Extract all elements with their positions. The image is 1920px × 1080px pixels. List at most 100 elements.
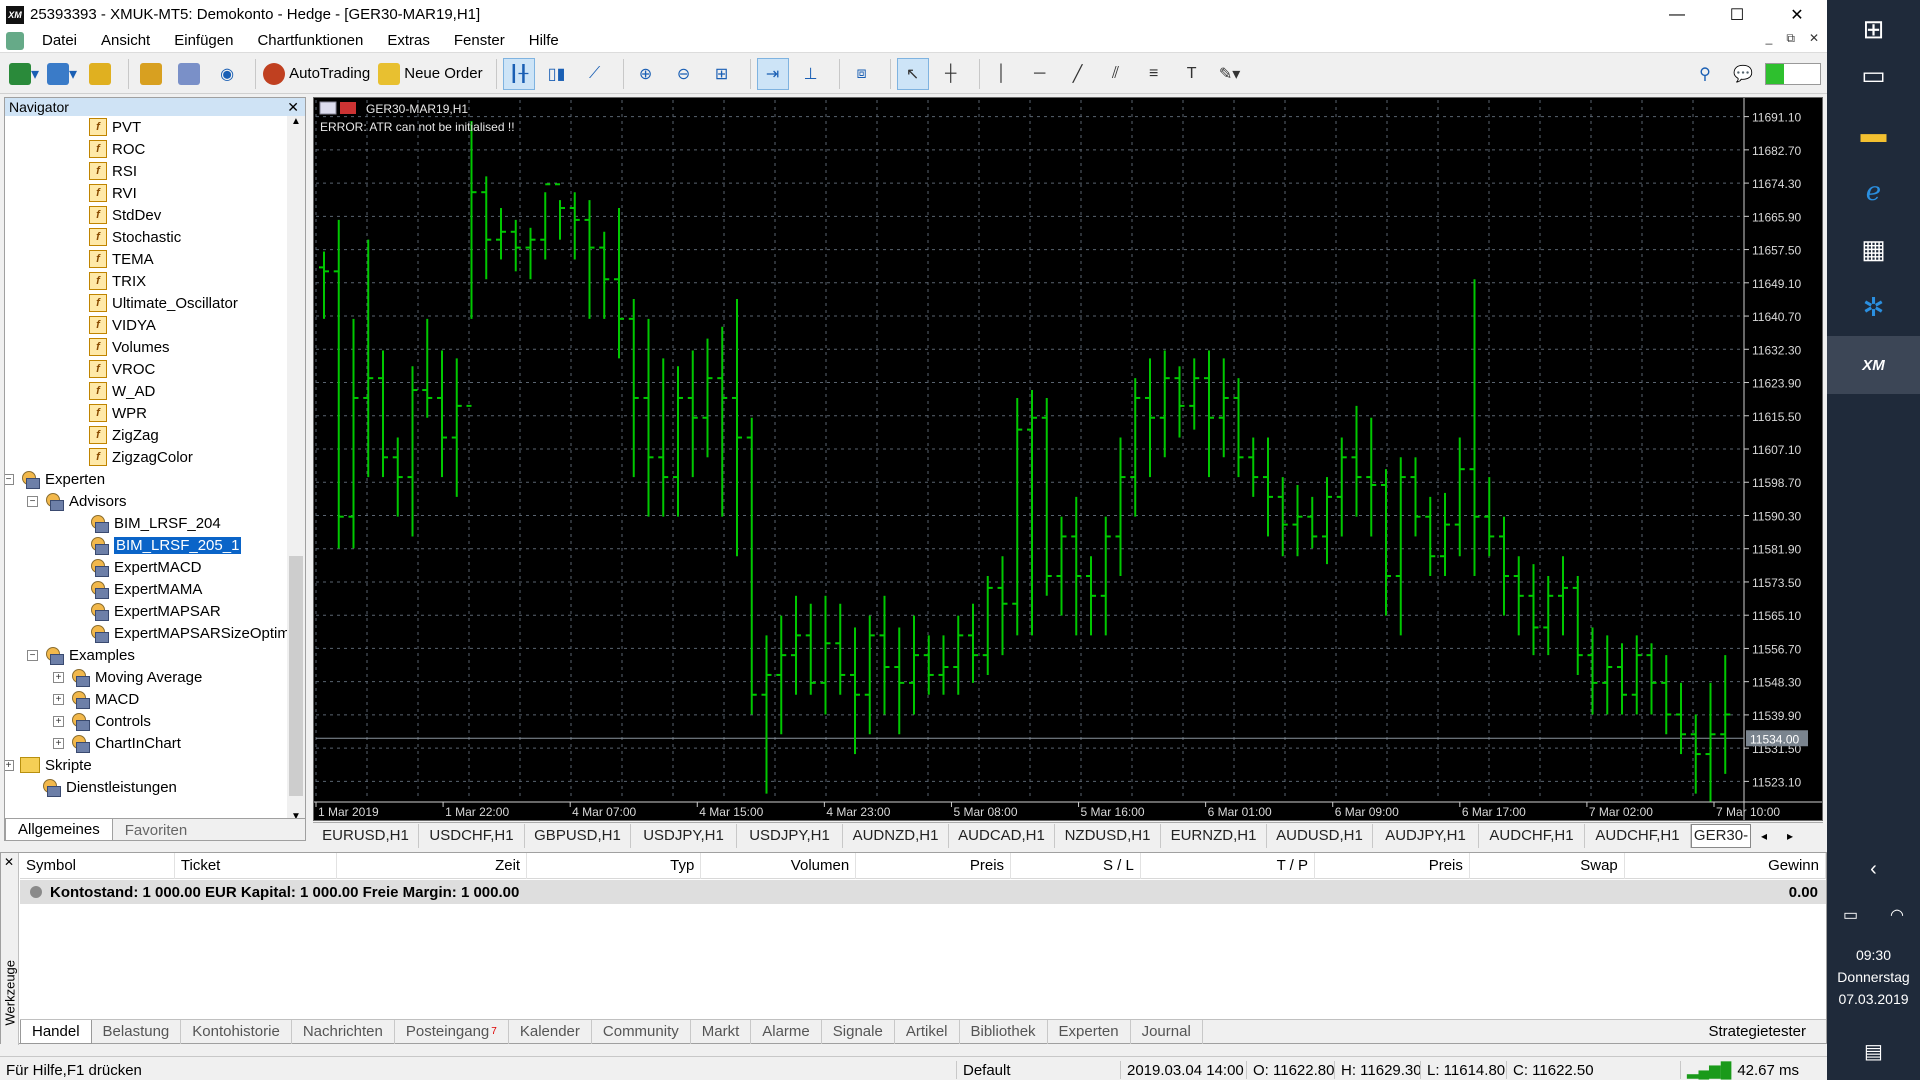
fibonacci-button[interactable]: ≡ [1138, 58, 1170, 90]
toolbox-tab[interactable]: Nachrichten [292, 1019, 395, 1044]
symbol-tab[interactable]: EURNZD,H1 [1161, 823, 1267, 848]
signals-button[interactable]: ◉ [211, 58, 243, 90]
crosshair-button[interactable]: ┼ [935, 58, 967, 90]
example-item[interactable]: + Controls [53, 710, 151, 732]
close-window-button[interactable]: ✕ [1767, 0, 1827, 29]
symbol-tab[interactable]: AUDCHF,H1 [1479, 823, 1585, 848]
column-header[interactable]: T / P [1141, 852, 1316, 879]
example-item[interactable]: + ChartInChart [53, 732, 181, 754]
menu-hilfe[interactable]: Hilfe [517, 32, 571, 49]
trendline-button[interactable]: ╱ [1062, 58, 1094, 90]
tree-expander-icon[interactable]: + [53, 671, 64, 683]
indicator-item[interactable]: f RSI [89, 160, 137, 182]
indicator-item[interactable]: f VROC [89, 358, 155, 380]
maximize-button[interactable]: ☐ [1707, 0, 1767, 29]
indicator-item[interactable]: f StdDev [89, 204, 161, 226]
column-header[interactable]: S / L [1011, 852, 1141, 879]
status-profile[interactable]: Default [956, 1061, 1011, 1079]
mdi-restore-icon[interactable]: ⧉ [1786, 31, 1795, 46]
indicator-item[interactable]: f Stochastic [89, 226, 181, 248]
advisor-item[interactable]: ExpertMACD [89, 556, 202, 578]
symbol-tab[interactable]: GER30- [1691, 823, 1751, 848]
example-item[interactable]: + Moving Average [53, 666, 202, 688]
indicator-item[interactable]: f WPR [89, 402, 147, 424]
task-view-icon[interactable]: ▭ [1827, 46, 1920, 104]
profiles-button[interactable]: ▾ [46, 58, 78, 90]
line-chart-button[interactable]: ⟋ [579, 58, 611, 90]
indicator-item[interactable]: f ZigzagColor [89, 446, 193, 468]
text-button[interactable]: T [1176, 58, 1208, 90]
indicator-item[interactable]: f TEMA [89, 248, 154, 270]
column-header[interactable]: Volumen [701, 852, 857, 879]
indicator-item[interactable]: f Ultimate_Oscillator [89, 292, 238, 314]
neue-order-button[interactable]: Neue Order [377, 58, 483, 90]
nav-tab-favoriten[interactable]: Favoriten [113, 819, 200, 841]
chart-shift-button[interactable]: ⊥ [795, 58, 827, 90]
toolbox-tab[interactable]: Alarme [751, 1019, 822, 1044]
toolbox-tab[interactable]: Handel [20, 1019, 92, 1044]
tile-windows-button[interactable]: ⊞ [706, 58, 738, 90]
strategietester-button[interactable]: Strategietester [1708, 1023, 1806, 1040]
symbol-tab[interactable]: NZDUSD,H1 [1055, 823, 1161, 848]
tree-expander-icon[interactable]: + [53, 693, 64, 705]
autoscroll-button[interactable]: ⇥ [756, 57, 789, 90]
menu-ansicht[interactable]: Ansicht [89, 32, 162, 49]
tree-dienstleistungen[interactable]: Dienstleistungen [41, 776, 177, 798]
taskbar-clock[interactable]: 09:30 Donnerstag 07.03.2019 [1827, 944, 1920, 1010]
internet-explorer-icon[interactable]: ℯ [1827, 162, 1920, 220]
symbol-tab[interactable]: AUDJPY,H1 [1373, 823, 1479, 848]
tray-icons[interactable]: ▭ ◠ [1827, 886, 1920, 944]
xm-taskbar-icon[interactable]: XM [1827, 336, 1920, 394]
tree-expander-icon[interactable]: − [27, 495, 38, 507]
mdi-minimize-icon[interactable]: _ [1766, 31, 1773, 46]
symbol-tab[interactable]: AUDUSD,H1 [1267, 823, 1373, 848]
column-header[interactable]: Zeit [337, 852, 528, 879]
advisor-item[interactable]: BIM_LRSF_204 [89, 512, 221, 534]
mdi-close-icon[interactable]: ✕ [1809, 31, 1819, 46]
minimize-button[interactable]: — [1647, 0, 1707, 29]
toolbox-tab[interactable]: Experten [1048, 1019, 1131, 1044]
tree-skripte[interactable]: + Skripte [5, 754, 92, 776]
tab-scroll-left-icon[interactable]: ◂ [1751, 829, 1777, 843]
symbol-tab[interactable]: AUDCHF,H1 [1585, 823, 1691, 848]
indicator-item[interactable]: f W_AD [89, 380, 155, 402]
tree-experten[interactable]: − Experten [5, 468, 105, 490]
column-header[interactable]: Ticket [175, 852, 338, 879]
advisor-item[interactable]: BIM_LRSF_205_1 [89, 534, 242, 556]
menu-extras[interactable]: Extras [375, 32, 442, 49]
symbol-tab[interactable]: USDCHF,H1 [419, 823, 525, 848]
column-header[interactable]: Typ [527, 852, 702, 879]
chat-button[interactable]: 💬 [1727, 58, 1759, 90]
menu-einfuegen[interactable]: Einfügen [162, 32, 245, 49]
bar-chart-button[interactable]: ┃╂ [502, 57, 535, 90]
toolbox-tab[interactable]: Bibliothek [960, 1019, 1048, 1044]
tree-expander-icon[interactable]: + [53, 737, 64, 749]
toolbox-tab[interactable]: Community [592, 1019, 691, 1044]
equidistant-channel-button[interactable]: ⫽ [1100, 58, 1132, 90]
tab-scroll-right-icon[interactable]: ▸ [1777, 829, 1803, 843]
zoom-in-button[interactable]: ⊕ [630, 58, 662, 90]
example-item[interactable]: + MACD [53, 688, 139, 710]
indicator-item[interactable]: f ROC [89, 138, 145, 160]
column-header[interactable]: Preis [1315, 852, 1470, 879]
new-chart-button[interactable]: ▾ [8, 58, 40, 90]
zoom-out-button[interactable]: ⊖ [668, 58, 700, 90]
tree-examples[interactable]: − Examples [27, 644, 135, 666]
indicator-item[interactable]: f PVT [89, 116, 141, 138]
column-header[interactable]: Swap [1470, 852, 1625, 879]
indicator-item[interactable]: f TRIX [89, 270, 146, 292]
price-chart[interactable]: 11691.10 11682.70 11674.30 11665.90 11657.50… [313, 97, 1823, 821]
advisor-item[interactable]: ExpertMAPSARSizeOptim [89, 622, 287, 644]
toolbox-tab[interactable]: Journal [1131, 1019, 1203, 1044]
navigator-button[interactable] [135, 58, 167, 90]
menu-fenster[interactable]: Fenster [442, 32, 517, 49]
search-button[interactable]: ⚲ [1689, 58, 1721, 90]
app-icon[interactable]: ✲ [1827, 278, 1920, 336]
file-explorer-icon[interactable]: ▬ [1827, 104, 1920, 162]
toolbox-tab[interactable]: Kontohistorie [181, 1019, 292, 1044]
tree-expander-icon[interactable]: + [5, 759, 14, 771]
symbol-tab[interactable]: AUDNZD,H1 [843, 823, 949, 848]
toolbox-tab[interactable]: Posteingang 7 [395, 1019, 509, 1044]
tree-expander-icon[interactable]: − [27, 649, 38, 661]
toolbox-tab[interactable]: Markt [691, 1019, 752, 1044]
